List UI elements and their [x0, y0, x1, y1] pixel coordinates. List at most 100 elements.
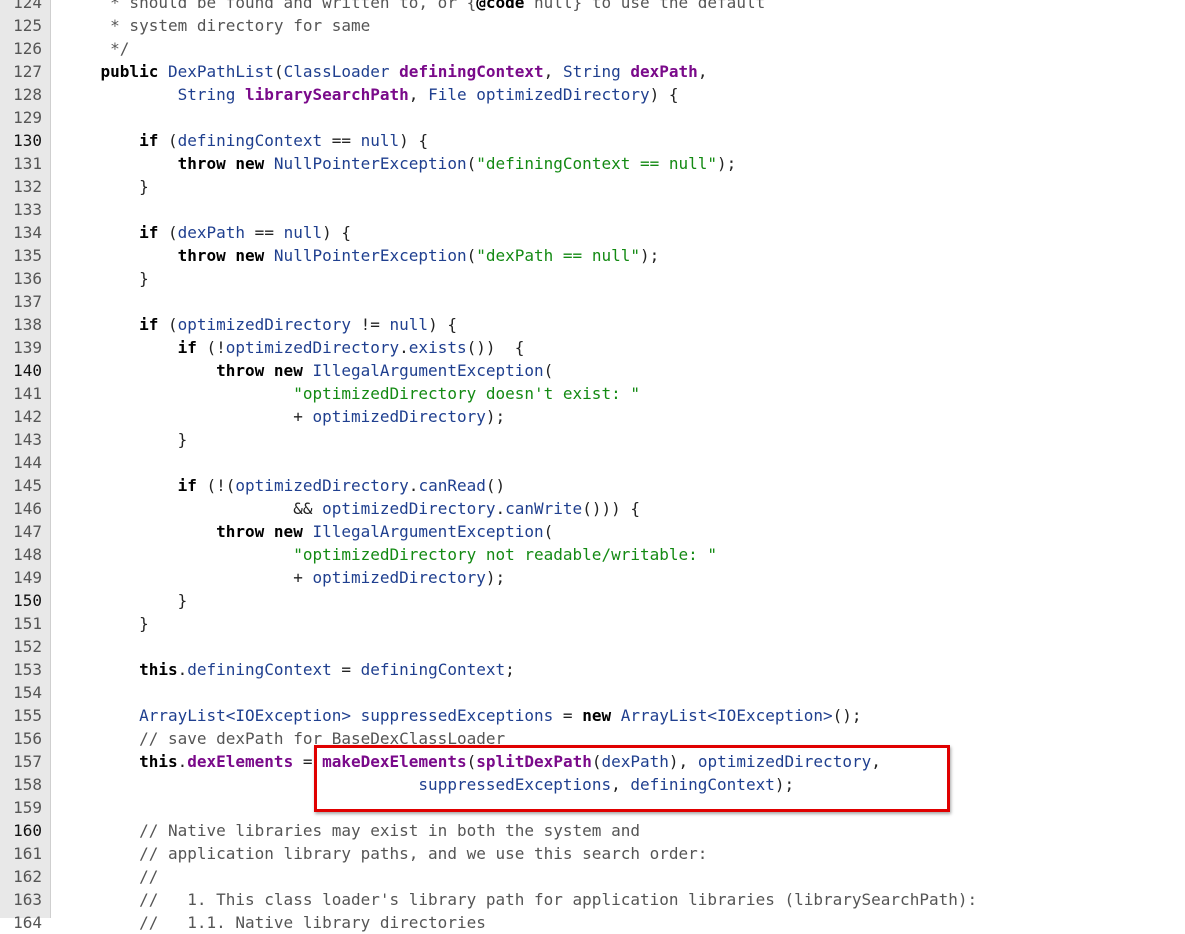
code-line[interactable]: 131 throw new NullPointerException("defi…	[0, 152, 1185, 175]
code-line[interactable]: 130 if (definingContext == null) {	[0, 129, 1185, 152]
line-source: throw new IllegalArgumentException(	[62, 520, 553, 543]
code-line[interactable]: 141 "optimizedDirectory doesn't exist: "	[0, 382, 1185, 405]
code-line[interactable]: 128 String librarySearchPath, File optim…	[0, 83, 1185, 106]
code-line[interactable]: 155 ArrayList<IOException> suppressedExc…	[0, 704, 1185, 727]
code-token: ) {	[399, 131, 429, 150]
code-line[interactable]: 153 this.definingContext = definingConte…	[0, 658, 1185, 681]
code-line[interactable]: 154	[0, 681, 1185, 704]
line-number: 144	[13, 453, 42, 472]
code-token: String	[177, 85, 246, 104]
code-line[interactable]: 132 }	[0, 175, 1185, 198]
code-line[interactable]: 144	[0, 451, 1185, 474]
line-number: 159	[13, 798, 42, 817]
line-source: ArrayList<IOException> suppressedExcepti…	[62, 704, 861, 727]
code-token: +	[62, 568, 313, 587]
code-line[interactable]: 138 if (optimizedDirectory != null) {	[0, 313, 1185, 336]
code-line[interactable]: 135 throw new NullPointerException("dexP…	[0, 244, 1185, 267]
code-token: canRead	[418, 476, 486, 495]
code-line[interactable]: 143 }	[0, 428, 1185, 451]
code-token: * should be found and written to, or {	[62, 0, 477, 12]
code-line[interactable]: 163 // 1. This class loader's library pa…	[0, 888, 1185, 911]
line-number: 131	[13, 154, 42, 173]
code-line[interactable]: 124 * should be found and written to, or…	[0, 0, 1185, 14]
highlight-annotation-box	[314, 745, 950, 812]
code-token: if	[62, 131, 168, 150]
code-line[interactable]: 133	[0, 198, 1185, 221]
code-token: "optimizedDirectory doesn't exist: "	[293, 384, 640, 403]
code-line[interactable]: 127 public DexPathList(ClassLoader defin…	[0, 60, 1185, 83]
code-line[interactable]: 139 if (!optimizedDirectory.exists()) {	[0, 336, 1185, 359]
code-line[interactable]: 136 }	[0, 267, 1185, 290]
line-source: }	[62, 175, 149, 198]
code-token: NullPointerException	[273, 246, 467, 265]
line-number: 155	[13, 706, 42, 725]
code-token: .	[495, 499, 506, 518]
code-token: optimizedDirectory	[235, 476, 409, 495]
code-token: ()) {	[466, 338, 525, 357]
code-token: throw new	[62, 361, 313, 380]
code-line[interactable]: 137	[0, 290, 1185, 313]
code-token: (	[167, 223, 178, 242]
line-source: if (definingContext == null) {	[62, 129, 428, 152]
code-token: ,	[697, 62, 708, 81]
code-line[interactable]: 140 throw new IllegalArgumentException(	[0, 359, 1185, 382]
code-line[interactable]: 126 */	[0, 37, 1185, 60]
code-token: ==	[245, 223, 284, 242]
code-token: optimizedDirectory	[312, 407, 486, 426]
code-line[interactable]: 151 }	[0, 612, 1185, 635]
code-token: dexPath	[630, 62, 698, 81]
code-token: File	[428, 85, 477, 104]
line-number: 132	[13, 177, 42, 196]
code-token: null} to use the default	[524, 0, 766, 12]
line-number: 124	[13, 0, 42, 12]
code-line[interactable]: 134 if (dexPath == null) {	[0, 221, 1185, 244]
code-token: ) {	[428, 315, 457, 334]
code-line[interactable]: 142 + optimizedDirectory);	[0, 405, 1185, 428]
code-token: // application library paths, and we use…	[62, 844, 708, 863]
code-token: definingContext	[360, 660, 506, 679]
code-token: definingContext	[399, 62, 544, 81]
line-number: 139	[13, 338, 42, 357]
code-token: IllegalArgumentException	[312, 522, 544, 541]
line-source: * system directory for same	[62, 14, 370, 37]
code-token: }	[62, 177, 149, 196]
code-token: optimizedDirectory	[476, 85, 650, 104]
code-token: ArrayList<IOException>	[620, 706, 833, 725]
line-number: 137	[13, 292, 42, 311]
line-number: 133	[13, 200, 42, 219]
line-number: 149	[13, 568, 42, 587]
line-number: 164	[13, 913, 42, 932]
code-line[interactable]: 152	[0, 635, 1185, 658]
line-number: 135	[13, 246, 42, 265]
line-number: 125	[13, 16, 42, 35]
code-line[interactable]: 145 if (!(optimizedDirectory.canRead()	[0, 474, 1185, 497]
code-line[interactable]: 150 }	[0, 589, 1185, 612]
line-number: 162	[13, 867, 42, 886]
code-line[interactable]: 147 throw new IllegalArgumentException(	[0, 520, 1185, 543]
code-token: this	[62, 660, 178, 679]
line-source: + optimizedDirectory);	[62, 405, 505, 428]
code-token: public	[62, 62, 168, 81]
code-line[interactable]: 146 && optimizedDirectory.canWrite())) {	[0, 497, 1185, 520]
code-line[interactable]: 161 // application library paths, and we…	[0, 842, 1185, 865]
line-source: }	[62, 589, 188, 612]
code-token: @code	[476, 0, 525, 12]
code-token: =	[553, 706, 583, 725]
code-line[interactable]: 149 + optimizedDirectory);	[0, 566, 1185, 589]
line-source: //	[62, 865, 158, 888]
code-line[interactable]: 164 // 1.1. Native library directories	[0, 911, 1185, 934]
line-source: * should be found and written to, or {@c…	[62, 0, 765, 14]
code-token: if	[62, 476, 207, 495]
line-source: if (dexPath == null) {	[62, 221, 351, 244]
line-source: // application library paths, and we use…	[62, 842, 707, 865]
code-line[interactable]: 148 "optimizedDirectory not readable/wri…	[0, 543, 1185, 566]
code-line[interactable]: 125 * system directory for same	[0, 14, 1185, 37]
code-token: IllegalArgumentException	[312, 361, 544, 380]
code-line[interactable]: 162 //	[0, 865, 1185, 888]
code-line[interactable]: 129	[0, 106, 1185, 129]
code-token: librarySearchPath	[245, 85, 409, 104]
line-source: }	[62, 612, 149, 635]
line-source: this.definingContext = definingContext;	[62, 658, 515, 681]
code-line[interactable]: 160 // Native libraries may exist in bot…	[0, 819, 1185, 842]
line-number: 140	[13, 361, 42, 380]
